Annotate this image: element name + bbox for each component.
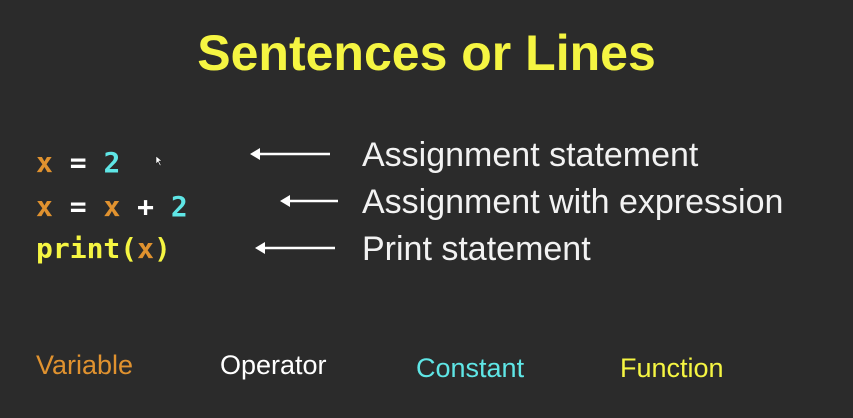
arrow-left-icon <box>250 148 330 160</box>
slide-title: Sentences or Lines <box>197 25 656 81</box>
code-line-print: print(x) <box>36 232 171 265</box>
code-variable: x <box>36 146 53 179</box>
code-variable: x <box>103 190 121 223</box>
code-line-assignment: x = 2 <box>36 146 120 179</box>
legend-operator: Operator <box>220 350 327 380</box>
code-function: ) <box>154 232 171 265</box>
code-constant: 2 <box>170 190 188 223</box>
code-operator: = <box>52 146 104 179</box>
description-expression: Assignment with expression <box>362 183 784 221</box>
legend-constant: Constant <box>416 353 525 383</box>
mouse-cursor-icon <box>155 155 163 167</box>
code-line-expression: x = x + 2 <box>36 190 188 223</box>
code-constant: 2 <box>103 146 121 179</box>
code-operator: = <box>52 190 104 223</box>
code-variable: x <box>137 232 155 265</box>
code-function: print( <box>36 232 138 265</box>
arrow-left-icon <box>280 195 338 207</box>
code-operator: + <box>120 190 171 223</box>
description-print: Print statement <box>362 230 591 268</box>
legend-variable: Variable <box>36 350 134 380</box>
description-assignment: Assignment statement <box>362 136 699 174</box>
arrow-left-icon <box>255 242 335 254</box>
code-variable: x <box>36 190 53 223</box>
legend-function: Function <box>620 353 724 383</box>
